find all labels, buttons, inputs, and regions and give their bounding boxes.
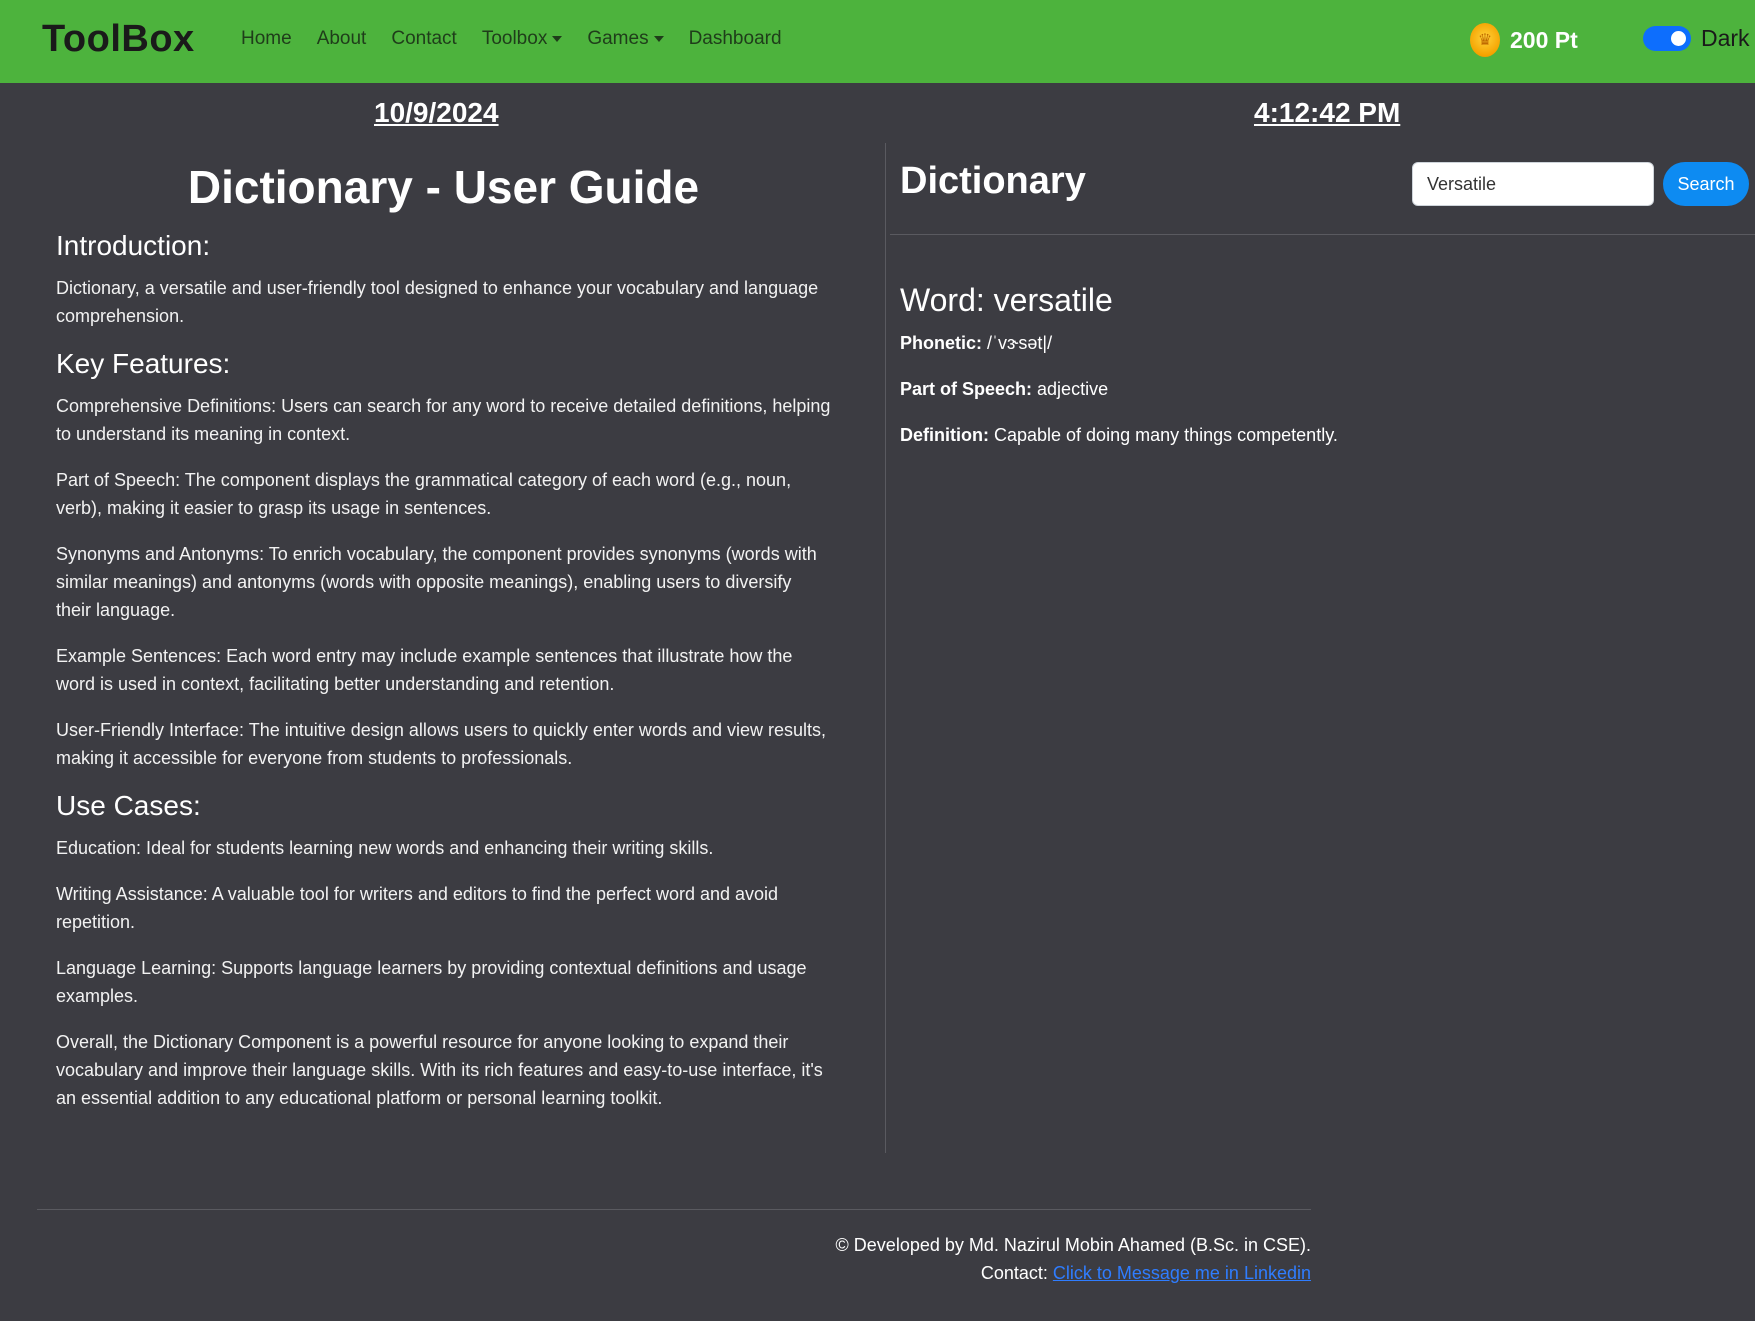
nav-dropdown-toolbox-label: Toolbox: [481, 28, 548, 49]
feature-item: Synonyms and Antonyms: To enrich vocabul…: [56, 544, 817, 620]
definition-label: Definition:: [900, 425, 989, 445]
caret-down-icon: [552, 36, 563, 42]
nav-dropdown-games-label: Games: [587, 28, 649, 49]
footer: © Developed by Md. Nazirul Mobin Ahamed …: [600, 1231, 1311, 1287]
footer-contact: Contact: Click to Message me in Linkedin: [600, 1259, 1311, 1287]
usecase-item: Writing Assistance: A valuable tool for …: [56, 884, 779, 932]
feature-item: Comprehensive Definitions: Users can sea…: [56, 396, 831, 444]
usecase-item: Language Learning: Supports language lea…: [56, 958, 807, 1006]
definition-value: Capable of doing many things competently…: [988, 425, 1338, 445]
phonetic-value: /ˈvɝsət|/: [982, 333, 1053, 353]
word-search-input[interactable]: [1412, 162, 1654, 206]
coin-icon: ♛: [1470, 23, 1500, 57]
pos-label: Part of Speech:: [900, 379, 1033, 399]
dictionary-divider: [890, 234, 1755, 235]
nav-link-dashboard[interactable]: Dashboard: [689, 28, 782, 50]
guide-title: Dictionary - User Guide: [187, 161, 700, 213]
nav-link-contact[interactable]: Contact: [391, 28, 456, 50]
dictionary-title: Dictionary: [900, 160, 1086, 202]
usecases-heading: Use Cases:: [56, 790, 201, 821]
caret-down-icon: [653, 36, 664, 42]
features-heading: Key Features:: [56, 348, 231, 379]
points-value: 200 Pt: [1510, 26, 1578, 53]
pos-value: adjective: [1032, 379, 1109, 399]
points-display: ♛ 200 Pt: [1470, 23, 1578, 57]
feature-item: Example Sentences: Each word entry may i…: [56, 646, 793, 694]
guide-conclusion: Overall, the Dictionary Component is a p…: [56, 1032, 823, 1108]
phonetic-row: Phonetic: /ˈvɝsət|/: [900, 333, 1052, 354]
column-divider: [885, 143, 886, 1153]
current-date: 10/9/2024: [374, 97, 499, 128]
nav-link-home[interactable]: Home: [241, 28, 292, 50]
pos-row: Part of Speech: adjective: [900, 379, 1108, 400]
search-button[interactable]: Search: [1663, 162, 1749, 206]
user-guide: Dictionary - User Guide Introduction: Di…: [56, 160, 831, 1130]
toggle-knob: [1671, 31, 1686, 46]
definition-row: Definition: Capable of doing many things…: [900, 425, 1338, 446]
feature-item: User-Friendly Interface: The intuitive d…: [56, 720, 827, 768]
feature-item: Part of Speech: The component displays t…: [56, 470, 792, 518]
theme-toggle-label: Dark: [1701, 25, 1750, 51]
nav-links: Home About Contact Toolbox Games Dashboa…: [241, 28, 807, 50]
intro-heading: Introduction:: [56, 230, 211, 261]
theme-toggle-switch[interactable]: [1643, 26, 1691, 51]
linkedin-contact-link[interactable]: Click to Message me in Linkedin: [1053, 1263, 1311, 1283]
nav-dropdown-games[interactable]: Games: [587, 28, 664, 50]
intro-text: Dictionary, a versatile and user-friendl…: [56, 278, 819, 326]
nav-dropdown-toolbox[interactable]: Toolbox: [482, 28, 563, 50]
footer-credit: © Developed by Md. Nazirul Mobin Ahamed …: [835, 1235, 1311, 1255]
usecase-item: Education: Ideal for students learning n…: [56, 838, 714, 858]
phonetic-label: Phonetic:: [900, 333, 983, 353]
current-time: 4:12:42 PM: [1254, 97, 1401, 128]
brand-logo[interactable]: ToolBox: [42, 18, 195, 61]
nav-link-about[interactable]: About: [317, 28, 367, 50]
footer-divider: [37, 1209, 1311, 1210]
navbar: ToolBox Home About Contact Toolbox Games…: [0, 0, 1755, 83]
result-word: Word: versatile: [900, 282, 1113, 318]
theme-toggle-group: Dark: [1643, 25, 1750, 52]
footer-contact-label: Contact:: [980, 1263, 1053, 1283]
